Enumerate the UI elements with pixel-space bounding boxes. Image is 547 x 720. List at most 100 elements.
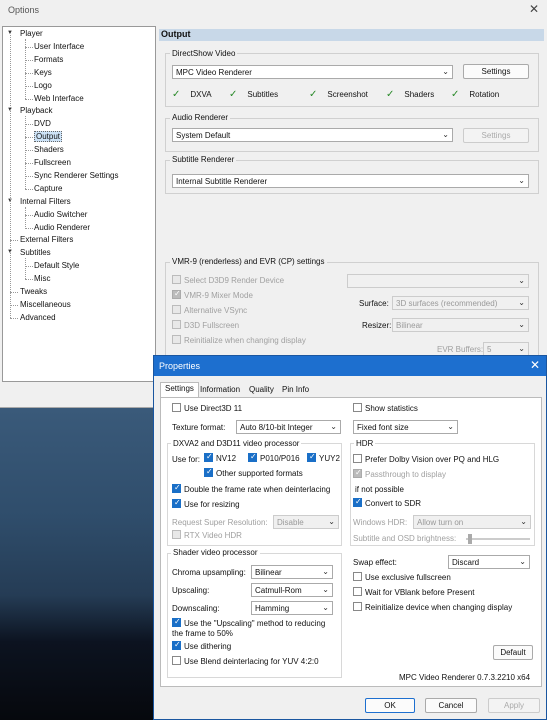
- tree-item-misc[interactable]: Misc: [34, 274, 50, 283]
- nv12-checkbox[interactable]: NV12: [204, 452, 236, 463]
- dolby-vision-checkbox[interactable]: Prefer Dolby Vision over PQ and HLG: [353, 454, 499, 464]
- tree-item-web-interface[interactable]: Web Interface: [34, 94, 84, 103]
- passthrough-checkbox[interactable]: Passthrough to display: [353, 468, 446, 479]
- tree-item-dvd[interactable]: DVD: [34, 119, 51, 128]
- tab-pin-info[interactable]: Pin Info: [278, 384, 313, 397]
- chevron-down-icon: ⌄: [519, 557, 526, 566]
- tree-item-internal-filters[interactable]: Internal Filters: [20, 197, 71, 206]
- tree-item-output[interactable]: Output: [34, 131, 63, 143]
- check-mark-icon: ✓: [229, 89, 238, 100]
- font-size-select[interactable]: Fixed font size ⌄: [353, 420, 458, 434]
- reinit-display-checkbox[interactable]: Reinitialize when changing display: [172, 335, 306, 345]
- upscaling-method-checkbox[interactable]: Use the "Upscaling" method to reducing t…: [172, 617, 337, 639]
- rtx-hdr-checkbox[interactable]: RTX Video HDR: [172, 530, 242, 540]
- show-statistics-checkbox[interactable]: Show statistics: [353, 403, 418, 413]
- audio-settings-button[interactable]: Settings: [463, 128, 529, 143]
- tree-item-logo[interactable]: Logo: [34, 81, 52, 90]
- tree-item-advanced[interactable]: Advanced: [20, 313, 56, 322]
- check-mark-icon: ✓: [451, 89, 460, 100]
- downscaling-select[interactable]: Hamming ⌄: [251, 601, 333, 615]
- tree-item-audio-switcher[interactable]: Audio Switcher: [34, 210, 87, 219]
- tree-item-subtitles[interactable]: Subtitles: [20, 248, 51, 257]
- chevron-down-icon: ⌄: [328, 517, 335, 526]
- osd-brightness-label: Subtitle and OSD brightness:: [353, 534, 457, 543]
- default-button[interactable]: Default: [493, 645, 533, 660]
- tree-item-sync-renderer-settings[interactable]: Sync Renderer Settings: [34, 171, 119, 180]
- chroma-select[interactable]: Bilinear ⌄: [251, 565, 333, 579]
- exclusive-fullscreen-checkbox[interactable]: Use exclusive fullscreen: [353, 572, 451, 582]
- vblank-checkbox[interactable]: Wait for VBlank before Present: [353, 587, 475, 597]
- upscaling-select[interactable]: Catmull-Rom ⌄: [251, 583, 333, 597]
- capability-subtitles: ✓ Subtitles: [229, 89, 279, 100]
- use-resizing-checkbox[interactable]: Use for resizing: [172, 498, 240, 509]
- osd-brightness-slider[interactable]: [466, 534, 530, 544]
- tree-item-miscellaneous[interactable]: Miscellaneous: [20, 300, 71, 309]
- evr-buffers-select[interactable]: 5 ⌄: [483, 342, 529, 356]
- audio-renderer-select[interactable]: System Default ⌄: [172, 128, 453, 142]
- yuy2-checkbox[interactable]: YUY2: [307, 452, 340, 463]
- window-title: Options: [8, 5, 40, 15]
- chevron-down-icon: ⌄: [518, 276, 525, 285]
- close-icon[interactable]: ✕: [530, 358, 540, 372]
- chevron-down-icon: ⌄: [442, 130, 449, 139]
- other-formats-checkbox[interactable]: Other supported formats: [204, 467, 303, 478]
- audio-renderer-value: System Default: [176, 131, 231, 140]
- tree-item-formats[interactable]: Formats: [34, 55, 63, 64]
- blend-deinterlace-checkbox[interactable]: Use Blend deinterlacing for YUV 4:2:0: [172, 656, 319, 666]
- tree-item-user-interface[interactable]: User Interface: [34, 42, 84, 51]
- chevron-down-icon: ⌄: [330, 422, 337, 431]
- swap-effect-label: Swap effect:: [353, 558, 397, 567]
- options-tree[interactable]: Player ▼ User Interface Formats Keys Logo Web …: [2, 26, 156, 382]
- cancel-button[interactable]: Cancel: [425, 698, 477, 713]
- dithering-checkbox[interactable]: Use dithering: [172, 640, 231, 651]
- tree-item-fullscreen[interactable]: Fullscreen: [34, 158, 71, 167]
- tree-item-shaders[interactable]: Shaders: [34, 145, 64, 154]
- d3d-fullscreen-checkbox[interactable]: D3D Fullscreen: [172, 320, 239, 330]
- tree-item-external-filters[interactable]: External Filters: [20, 235, 73, 244]
- tree-item-player[interactable]: Player: [20, 29, 43, 38]
- downscaling-label: Downscaling:: [172, 604, 220, 613]
- capability-screenshot: ✓ Screenshot: [309, 89, 368, 100]
- alt-vsync-checkbox[interactable]: Alternative VSync: [172, 305, 247, 315]
- texture-format-select[interactable]: Auto 8/10-bit Integer ⌄: [236, 420, 341, 434]
- tab-information[interactable]: Information: [196, 384, 244, 397]
- options-window: Options ✕ Player ▼ User Interface Formats Ke…: [0, 0, 547, 408]
- subtitle-renderer-select[interactable]: Internal Subtitle Renderer ⌄: [172, 174, 529, 188]
- select-d3d9-checkbox[interactable]: Select D3D9 Render Device: [172, 275, 284, 285]
- chevron-down-icon: ⌄: [518, 320, 525, 329]
- tree-item-tweaks[interactable]: Tweaks: [20, 287, 47, 296]
- check-mark-icon: ✓: [386, 89, 395, 100]
- upscaling-label: Upscaling:: [172, 586, 210, 595]
- tree-item-audio-renderer[interactable]: Audio Renderer: [34, 223, 90, 232]
- apply-button[interactable]: Apply: [488, 698, 540, 713]
- tree-item-keys[interactable]: Keys: [34, 68, 52, 77]
- resizer-select[interactable]: Bilinear ⌄: [392, 318, 529, 332]
- subtitle-label: Subtitle Renderer: [170, 155, 237, 164]
- reinit-device-checkbox[interactable]: Reinitialize device when changing displa…: [353, 602, 512, 612]
- tab-quality[interactable]: Quality: [245, 384, 278, 397]
- p010-checkbox[interactable]: P010/P016: [248, 452, 300, 463]
- hdr-label: HDR: [354, 439, 376, 448]
- texture-format-label: Texture format:: [172, 423, 226, 432]
- double-rate-checkbox[interactable]: Double the frame rate when deinterlacing: [172, 483, 330, 494]
- video-renderer-select[interactable]: MPC Video Renderer ⌄: [172, 65, 453, 79]
- check-mark-icon: ✓: [309, 89, 318, 100]
- convert-sdr-checkbox[interactable]: Convert to SDR: [353, 497, 421, 508]
- d3d9-device-select[interactable]: ⌄: [347, 274, 529, 288]
- tab-settings[interactable]: Settings: [160, 382, 199, 397]
- use-d3d11-checkbox[interactable]: Use Direct3D 11: [172, 403, 242, 413]
- tree-item-playback[interactable]: Playback: [20, 106, 52, 115]
- surface-select[interactable]: 3D surfaces (recommended) ⌄: [392, 296, 529, 310]
- vmr9-mixer-checkbox[interactable]: VMR-9 Mixer Mode: [172, 289, 253, 300]
- video-settings-button[interactable]: Settings: [463, 64, 529, 79]
- ok-button[interactable]: OK: [365, 698, 415, 713]
- check-mark-icon: ✓: [172, 89, 181, 100]
- tree-item-default-style[interactable]: Default Style: [34, 261, 79, 270]
- super-res-select[interactable]: Disable ⌄: [273, 515, 339, 529]
- surface-label: Surface:: [359, 299, 389, 308]
- shader-label: Shader video processor: [171, 548, 260, 557]
- swap-effect-select[interactable]: Discard ⌄: [448, 555, 530, 569]
- windows-hdr-select[interactable]: Allow turn on ⌄: [413, 515, 531, 529]
- tree-item-capture[interactable]: Capture: [34, 184, 62, 193]
- close-icon[interactable]: ✕: [529, 2, 539, 16]
